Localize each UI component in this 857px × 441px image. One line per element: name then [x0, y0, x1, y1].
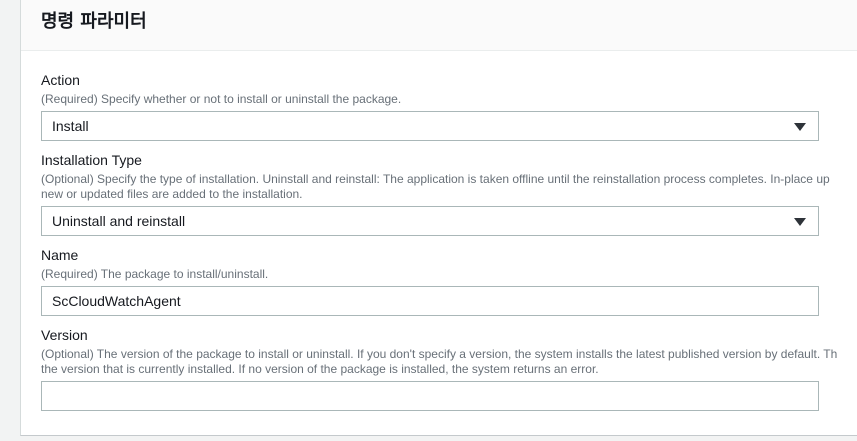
command-parameters-panel: 명령 파라미터 Action (Required) Specify whethe… [20, 0, 857, 436]
action-select[interactable]: Install [41, 111, 819, 141]
name-input-value: ScCloudWatchAgent [52, 293, 181, 309]
caret-down-icon [794, 218, 806, 226]
version-description-line1: (Optional) The version of the package to… [41, 347, 838, 361]
name-label: Name [41, 247, 79, 263]
version-input[interactable] [41, 381, 819, 411]
action-label: Action [41, 72, 80, 88]
name-input[interactable]: ScCloudWatchAgent [41, 286, 819, 316]
name-description: (Required) The package to install/uninst… [41, 267, 269, 281]
version-label: Version [41, 327, 88, 343]
panel-title: 명령 파라미터 [41, 11, 147, 32]
installation-type-description-line2: new or updated files are added to the in… [41, 187, 303, 201]
installation-type-select-value: Uninstall and reinstall [52, 213, 186, 229]
installation-type-select[interactable]: Uninstall and reinstall [41, 206, 819, 236]
action-select-value: Install [52, 118, 89, 134]
action-description: (Required) Specify whether or not to ins… [41, 92, 402, 106]
caret-down-icon [794, 123, 806, 131]
installation-type-description-line1: (Optional) Specify the type of installat… [41, 172, 830, 186]
version-description-line2: the version that is currently installed.… [41, 362, 599, 376]
installation-type-label: Installation Type [41, 152, 142, 168]
panel-header: 명령 파라미터 [21, 0, 857, 51]
